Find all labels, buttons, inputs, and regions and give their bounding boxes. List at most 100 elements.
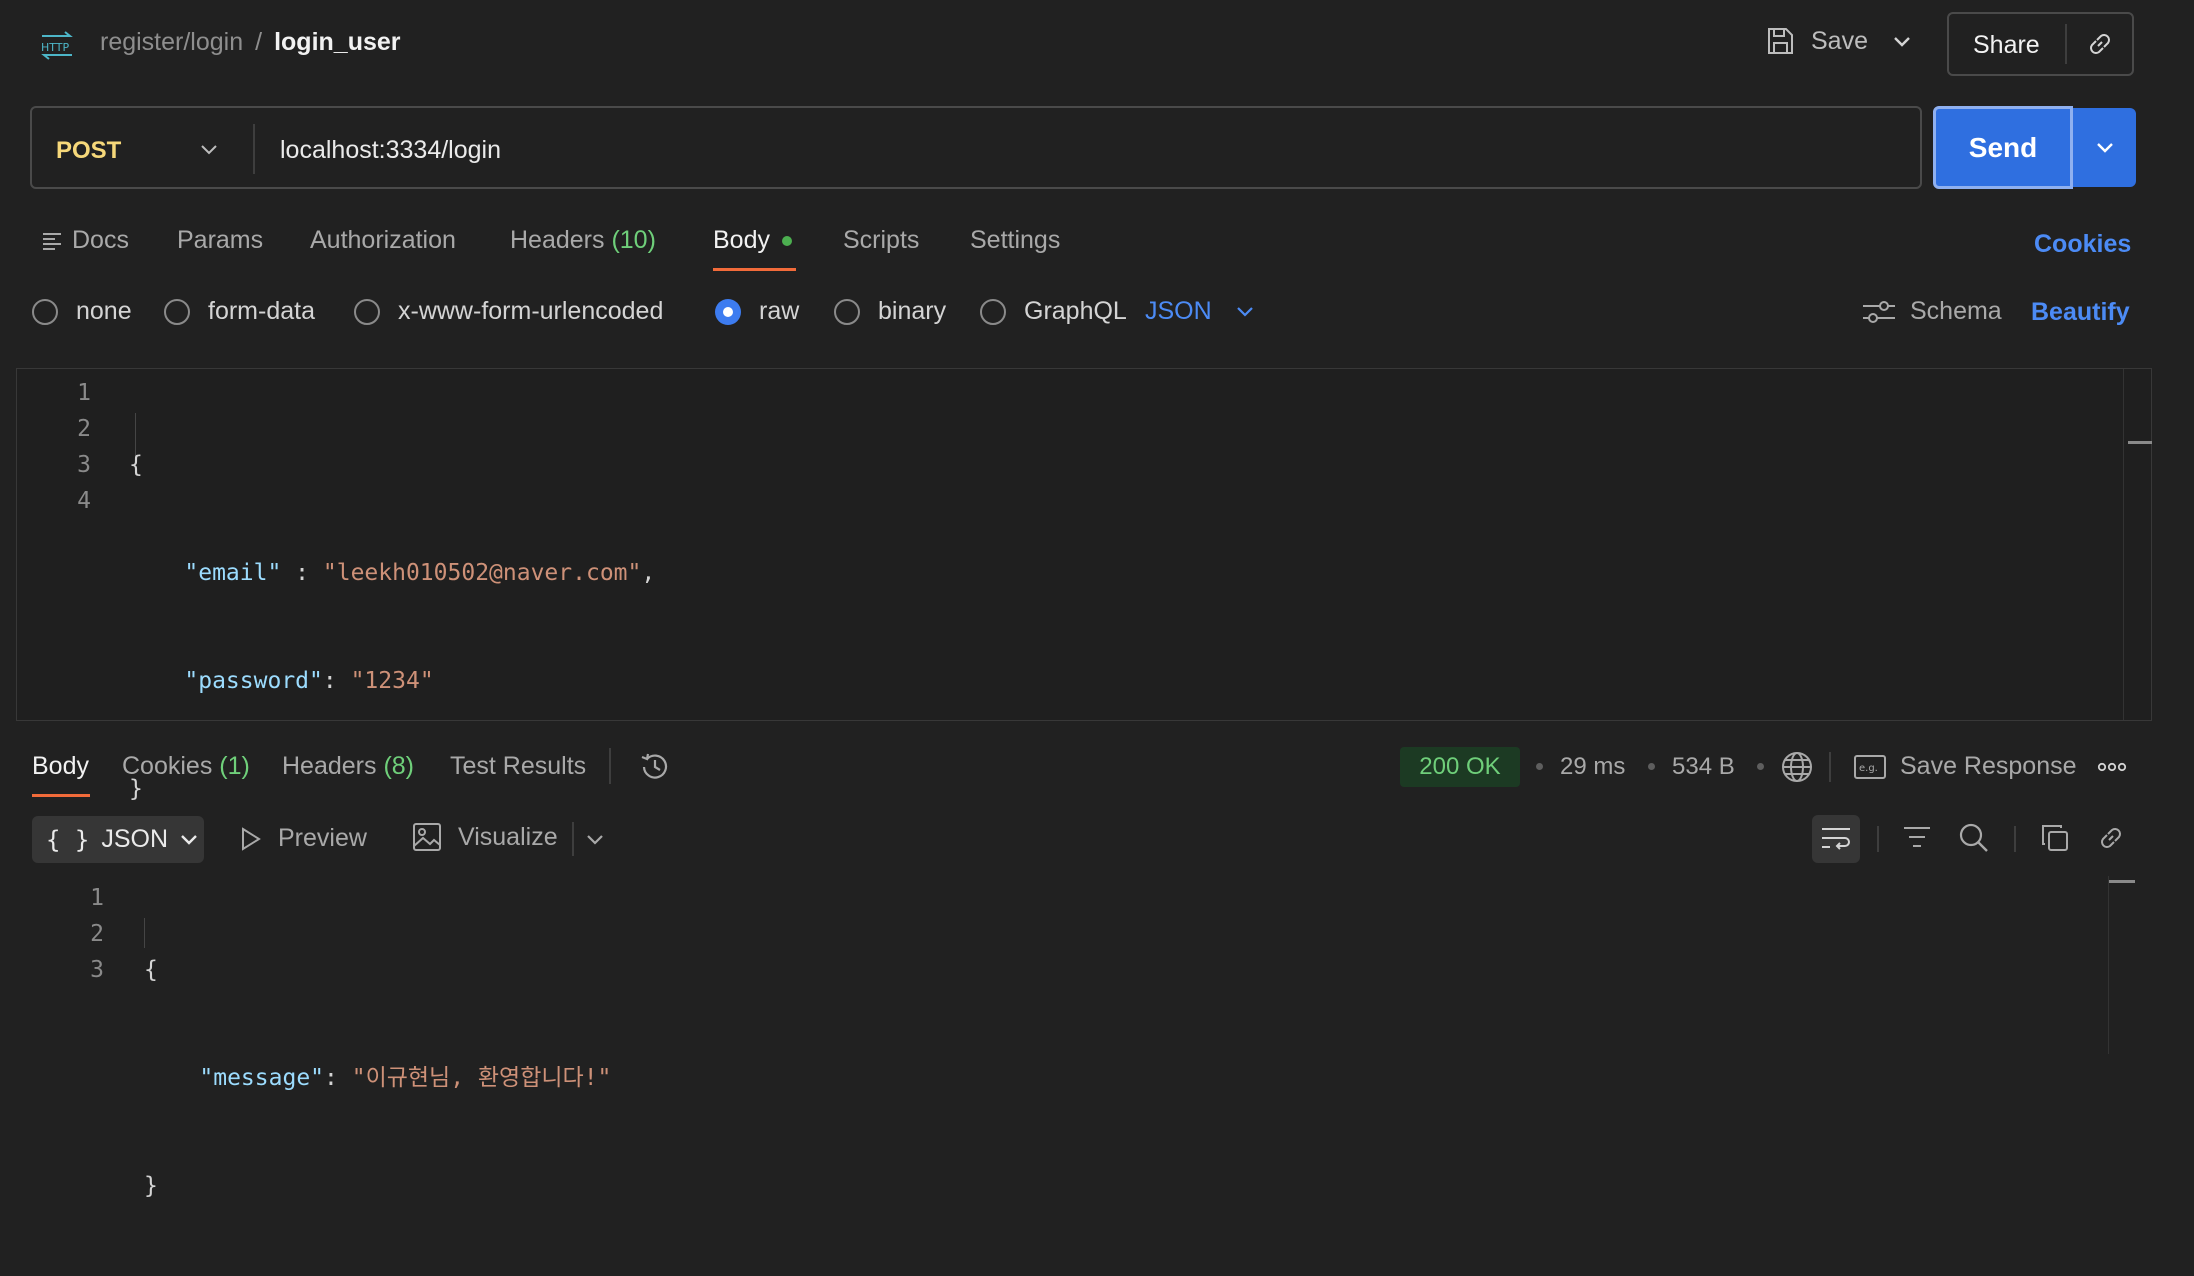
save-response-label: Save Response: [1900, 752, 2077, 780]
response-tab-cookies[interactable]: Cookies (1): [122, 752, 250, 781]
send-button[interactable]: Send: [1933, 106, 2073, 189]
radio-binary-circle: [834, 298, 860, 325]
visualize-chevron-icon[interactable]: [586, 834, 604, 846]
response-scrollbar[interactable]: [2108, 876, 2138, 1054]
radio-graphql-label: GraphQL: [1024, 297, 1127, 325]
tab-body[interactable]: Body: [713, 226, 792, 255]
message-value: "이규현님, 환영합니다!": [351, 1065, 612, 1091]
beautify-button[interactable]: Beautify: [2031, 298, 2130, 327]
docs-icon: [42, 231, 62, 251]
request-editor-scrollbar[interactable]: [2123, 369, 2153, 720]
radio-graphql[interactable]: GraphQL: [980, 297, 1127, 326]
format-chevron-icon: [1236, 306, 1254, 318]
radio-urlencoded[interactable]: x-www-form-urlencoded: [354, 297, 663, 326]
radio-form-data[interactable]: form-data: [164, 297, 315, 326]
tab-authorization[interactable]: Authorization: [310, 226, 456, 255]
line-number: 2: [90, 921, 104, 947]
url-input[interactable]: localhost:3334/login: [280, 136, 501, 165]
tab-headers[interactable]: Headers (10): [510, 226, 656, 255]
tab-settings[interactable]: Settings: [970, 226, 1060, 255]
share-button[interactable]: Share: [1973, 31, 2040, 60]
code-line: {: [129, 452, 143, 478]
response-tab-body[interactable]: Body: [32, 752, 89, 781]
tab-body-label: Body: [713, 226, 770, 254]
save-button[interactable]: Save: [1765, 26, 1868, 56]
chevron-down-icon: [2096, 142, 2114, 154]
example-icon: e.g.: [1854, 754, 1886, 779]
line-number: 2: [77, 416, 91, 442]
line-number: 3: [90, 957, 104, 983]
tab-docs-label: Docs: [72, 226, 129, 254]
minimap-marker: [2128, 441, 2152, 444]
http-icon: HTTP: [38, 30, 76, 60]
visualize-button[interactable]: Visualize: [412, 822, 558, 852]
response-size: 534 B: [1672, 753, 1735, 780]
password-value: "1234": [350, 668, 434, 694]
response-tab-headers-label: Headers: [282, 752, 377, 780]
svg-text:e.g.: e.g.: [1859, 763, 1878, 774]
request-code: { "email" : "leekh010502@naver.com", "pa…: [129, 375, 655, 879]
link-icon[interactable]: [2085, 29, 2115, 59]
tab-docs[interactable]: Docs: [42, 226, 129, 255]
response-code: { "message": "이규현님, 환영합니다!" }: [144, 880, 611, 1276]
save-icon: [1765, 26, 1795, 56]
save-label: Save: [1811, 26, 1868, 55]
filter-icon[interactable]: [1902, 824, 1932, 852]
method-select[interactable]: POST: [56, 137, 121, 165]
radio-raw[interactable]: raw: [715, 297, 799, 326]
response-body-viewer[interactable]: 1 2 3 { "message": "이규현님, 환영합니다!" }: [0, 876, 2194, 1199]
copy-icon[interactable]: [2040, 823, 2070, 853]
radio-none-circle: [32, 298, 58, 325]
code-line: "email" : "leekh010502@naver.com",: [184, 560, 656, 586]
tab-headers-count: (10): [611, 226, 656, 254]
radio-binary[interactable]: binary: [834, 297, 946, 326]
code-line: "password": "1234": [184, 668, 434, 694]
preview-button[interactable]: Preview: [240, 824, 367, 853]
share-group: Share: [1947, 12, 2134, 76]
tab-scripts[interactable]: Scripts: [843, 226, 919, 255]
visualize-label: Visualize: [458, 822, 558, 851]
image-icon: [412, 822, 442, 852]
tab-headers-label: Headers: [510, 226, 605, 254]
radio-form-data-circle: [164, 298, 190, 325]
search-icon[interactable]: [1958, 822, 1990, 854]
response-tab-headers[interactable]: Headers (8): [282, 752, 414, 781]
schema-label: Schema: [1910, 297, 2002, 325]
globe-icon[interactable]: [1780, 750, 1814, 784]
request-body-editor[interactable]: 1 2 3 4 { "email" : "leekh010502@naver.c…: [16, 368, 2153, 802]
url-bar: POST localhost:3334/login: [30, 106, 1922, 189]
format-select[interactable]: JSON: [1145, 297, 1254, 326]
response-format-select[interactable]: { } JSON: [32, 816, 204, 863]
response-tab-cookies-count: (1): [219, 752, 250, 780]
send-dropdown-button[interactable]: [2073, 108, 2136, 187]
tab-params[interactable]: Params: [177, 226, 263, 255]
svg-text:HTTP: HTTP: [41, 41, 70, 54]
response-tab-headers-count: (8): [383, 752, 415, 780]
body-modified-dot: [781, 235, 792, 246]
preview-label: Preview: [278, 824, 367, 852]
line-number: 1: [90, 885, 104, 911]
minimap-marker: [2109, 880, 2135, 883]
email-value: "leekh010502@naver.com": [322, 560, 642, 586]
cookies-link[interactable]: Cookies: [2034, 230, 2131, 259]
breadcrumb-current[interactable]: login_user: [274, 28, 400, 57]
response-tab-cookies-label: Cookies: [122, 752, 213, 780]
response-tab-test-results[interactable]: Test Results: [450, 752, 586, 781]
wrap-lines-button[interactable]: [1812, 815, 1860, 863]
code-line: "message": "이규현님, 환영합니다!": [199, 1065, 612, 1091]
more-options-icon[interactable]: [2097, 762, 2127, 772]
code-line: }: [144, 1173, 158, 1199]
breadcrumb-parent[interactable]: register/login: [100, 28, 243, 57]
schema-button[interactable]: Schema: [1862, 297, 2002, 326]
save-dropdown-chevron-icon[interactable]: [1893, 36, 1911, 48]
save-response-button[interactable]: e.g. Save Response: [1854, 752, 2077, 781]
email-key: "email": [184, 560, 282, 586]
link-icon[interactable]: [2096, 823, 2126, 853]
message-key: "message": [199, 1065, 325, 1091]
radio-none[interactable]: none: [32, 297, 132, 326]
wrap-lines-icon: [1820, 826, 1852, 852]
history-icon[interactable]: [638, 750, 672, 784]
tab-body-underline: [713, 268, 796, 271]
method-chevron-icon[interactable]: [200, 144, 218, 156]
line-number: 3: [77, 452, 91, 478]
